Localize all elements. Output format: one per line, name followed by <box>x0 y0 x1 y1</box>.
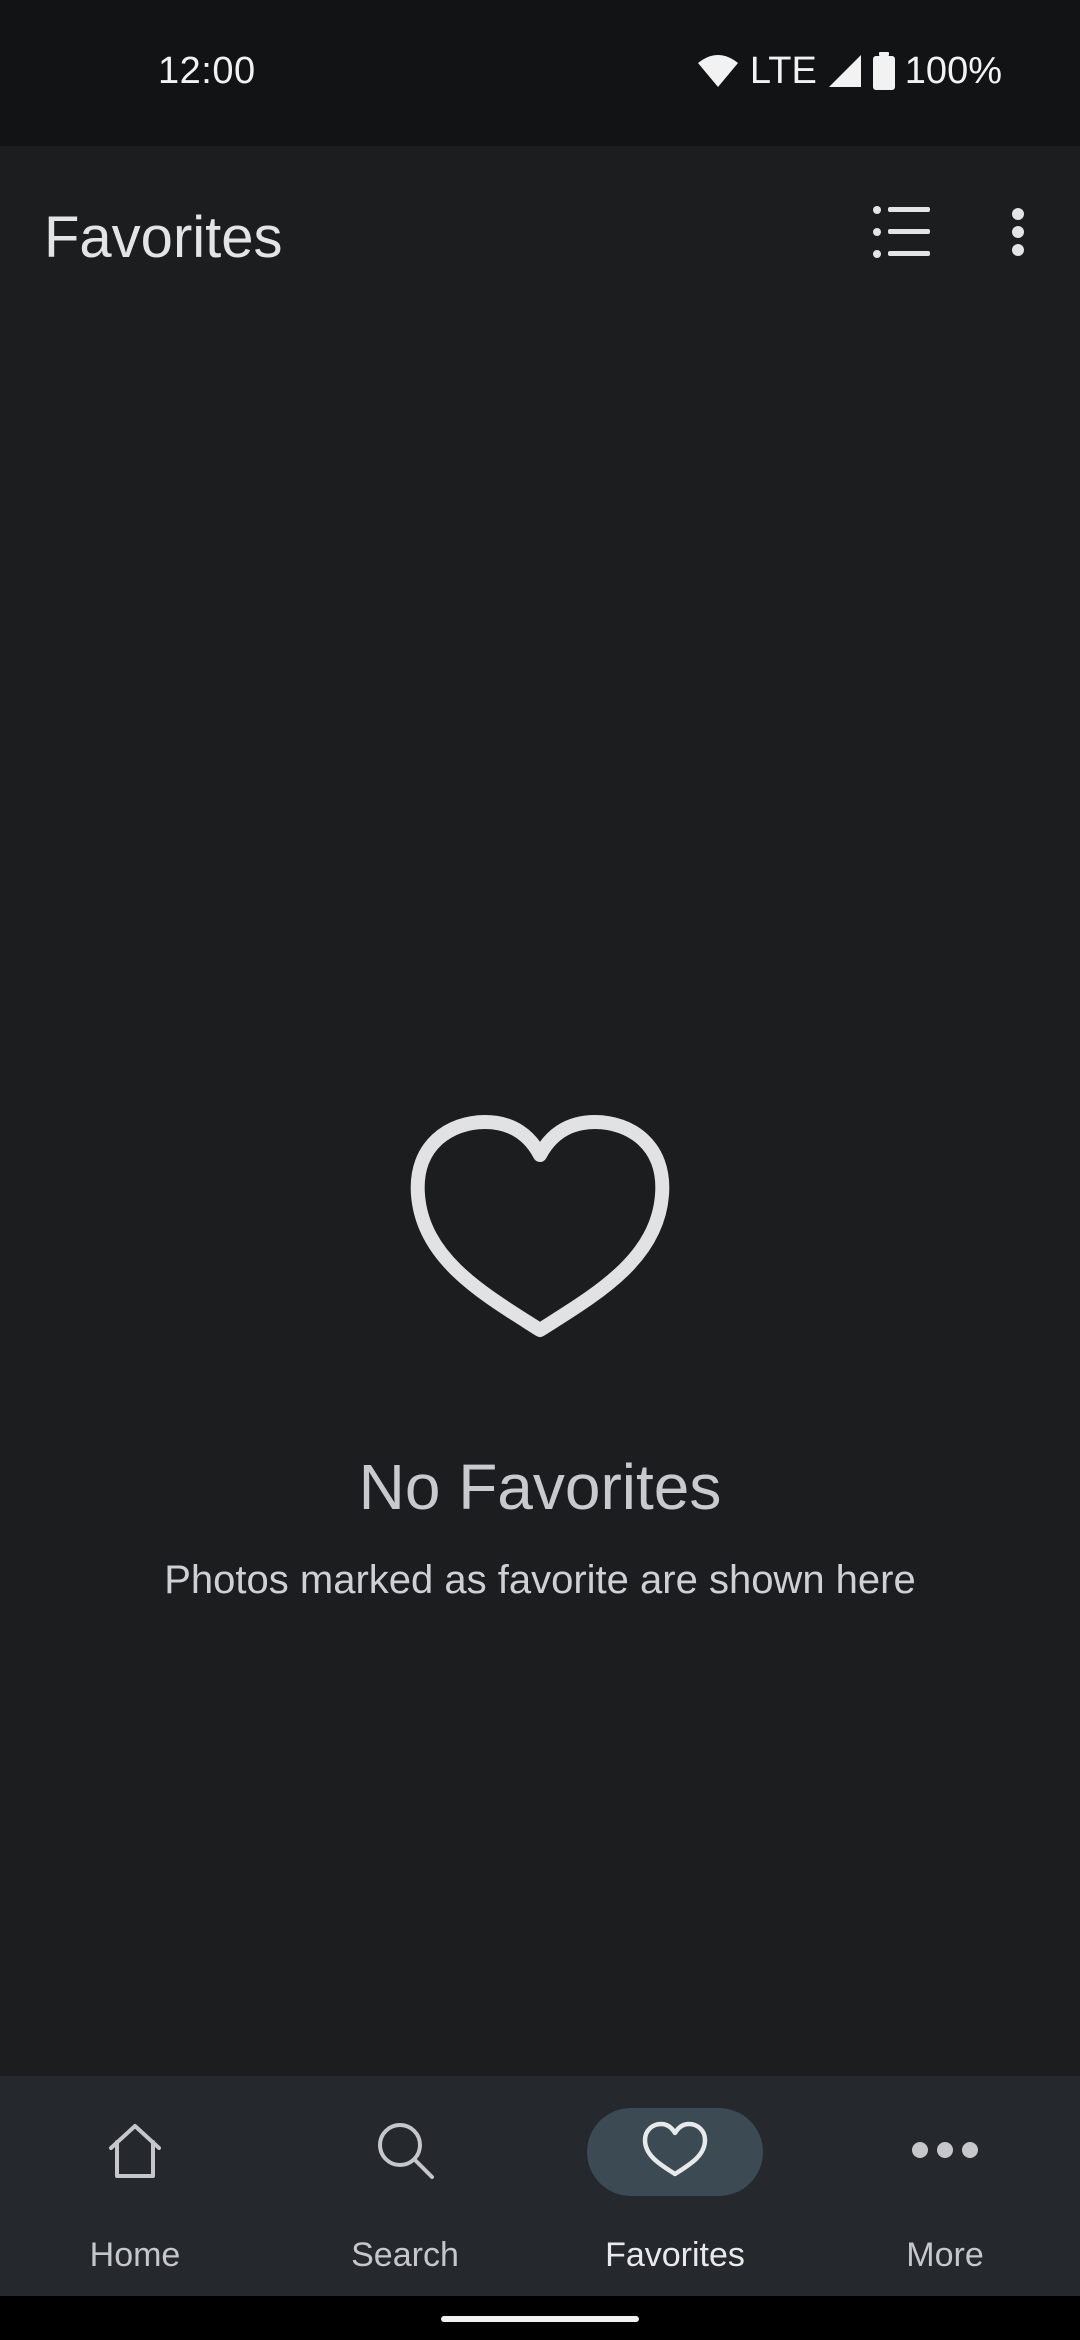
nav-item-search[interactable]: Search <box>270 2076 540 2296</box>
nav-label-home: Home <box>89 2236 181 2274</box>
heart-outline-icon <box>405 1110 675 1370</box>
network-type: LTE <box>749 49 817 92</box>
empty-state-subtitle: Photos marked as favorite are shown here <box>164 1558 916 1602</box>
search-icon <box>374 2119 436 2186</box>
nav-item-favorites[interactable]: Favorites <box>540 2076 810 2296</box>
battery-icon <box>872 52 895 90</box>
more-options-button[interactable] <box>970 186 1066 282</box>
wifi-icon <box>696 53 740 89</box>
nav-icon-container <box>317 2108 493 2196</box>
app-bar: Favorites <box>0 146 1080 326</box>
more-vert-icon <box>1011 207 1025 261</box>
nav-label-more: More <box>906 2236 984 2274</box>
gesture-handle[interactable] <box>441 2316 639 2322</box>
status-time: 12:00 <box>158 50 256 92</box>
battery-percent: 100% <box>904 49 1002 92</box>
empty-state-title: No Favorites <box>358 1451 722 1523</box>
nav-icon-container <box>587 2108 763 2196</box>
system-navigation-bar <box>0 2296 1080 2340</box>
home-icon <box>105 2120 165 2185</box>
list-view-icon <box>872 205 932 264</box>
nav-item-home[interactable]: Home <box>0 2076 270 2296</box>
bottom-navigation: Home Search Favorites More <box>0 2076 1080 2296</box>
nav-label-favorites: Favorites <box>605 2236 745 2274</box>
heart-icon <box>641 2120 709 2185</box>
nav-label-search: Search <box>351 2236 459 2274</box>
page-title: Favorites <box>44 205 283 270</box>
nav-icon-container <box>47 2108 223 2196</box>
more-horiz-icon <box>910 2140 980 2165</box>
list-view-button[interactable] <box>854 186 950 282</box>
status-bar: 12:00 LTE 100% <box>0 0 1080 146</box>
signal-icon <box>827 53 863 89</box>
nav-icon-container <box>857 2108 1033 2196</box>
status-icons: LTE 100% <box>696 48 1002 94</box>
nav-item-more[interactable]: More <box>810 2076 1080 2296</box>
